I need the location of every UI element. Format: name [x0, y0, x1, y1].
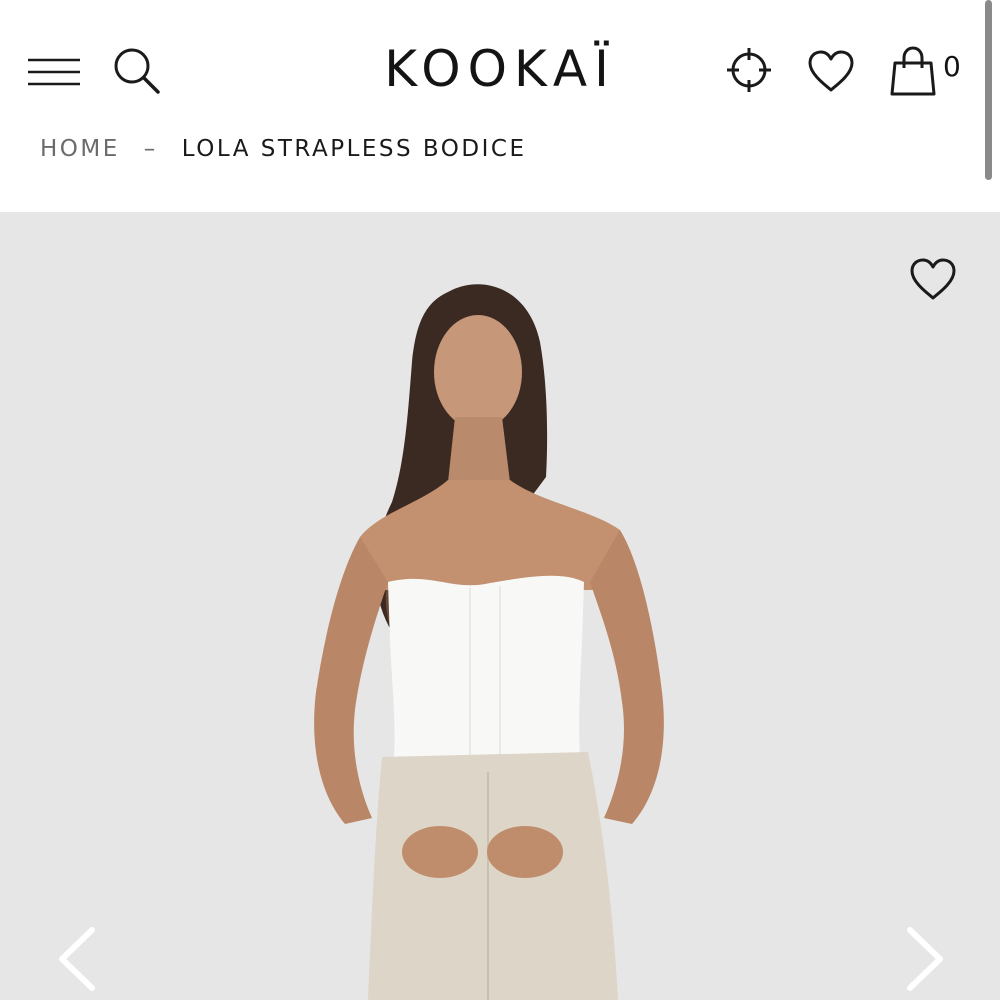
chevron-right-icon — [907, 927, 943, 991]
breadcrumb-separator: – — [143, 136, 158, 162]
search-button[interactable] — [110, 44, 164, 98]
breadcrumb-current-page: LOLA STRAPLESS BODICE — [181, 136, 527, 162]
store-locator-button[interactable] — [726, 47, 772, 93]
crosshair-locator-icon — [727, 48, 771, 92]
breadcrumb-home-link[interactable]: HOME — [40, 136, 120, 162]
product-photo — [0, 212, 1000, 1000]
gallery-wishlist-button[interactable] — [908, 256, 958, 302]
shopping-bag-icon — [890, 46, 936, 96]
hamburger-menu-icon — [28, 58, 80, 86]
brand-logo[interactable]: KOOKAÏ — [300, 40, 700, 98]
gallery-next-button[interactable] — [896, 924, 952, 994]
breadcrumb: HOME – LOLA STRAPLESS BODICE — [40, 136, 527, 162]
wishlist-button[interactable] — [806, 48, 856, 94]
heart-icon — [808, 50, 854, 92]
page-scrollbar[interactable] — [985, 0, 992, 180]
menu-button[interactable] — [26, 55, 82, 89]
heart-outline-icon — [910, 258, 956, 300]
product-image-gallery[interactable] — [0, 212, 1000, 1000]
search-icon — [114, 48, 160, 94]
cart-count-badge[interactable]: 0 — [943, 50, 961, 83]
cart-button[interactable] — [888, 44, 938, 98]
chevron-left-icon — [59, 927, 95, 991]
site-header: KOOKAÏ 0 HOME – LOLA STRAPLESS BODICE — [0, 0, 1000, 212]
gallery-prev-button[interactable] — [50, 924, 106, 994]
